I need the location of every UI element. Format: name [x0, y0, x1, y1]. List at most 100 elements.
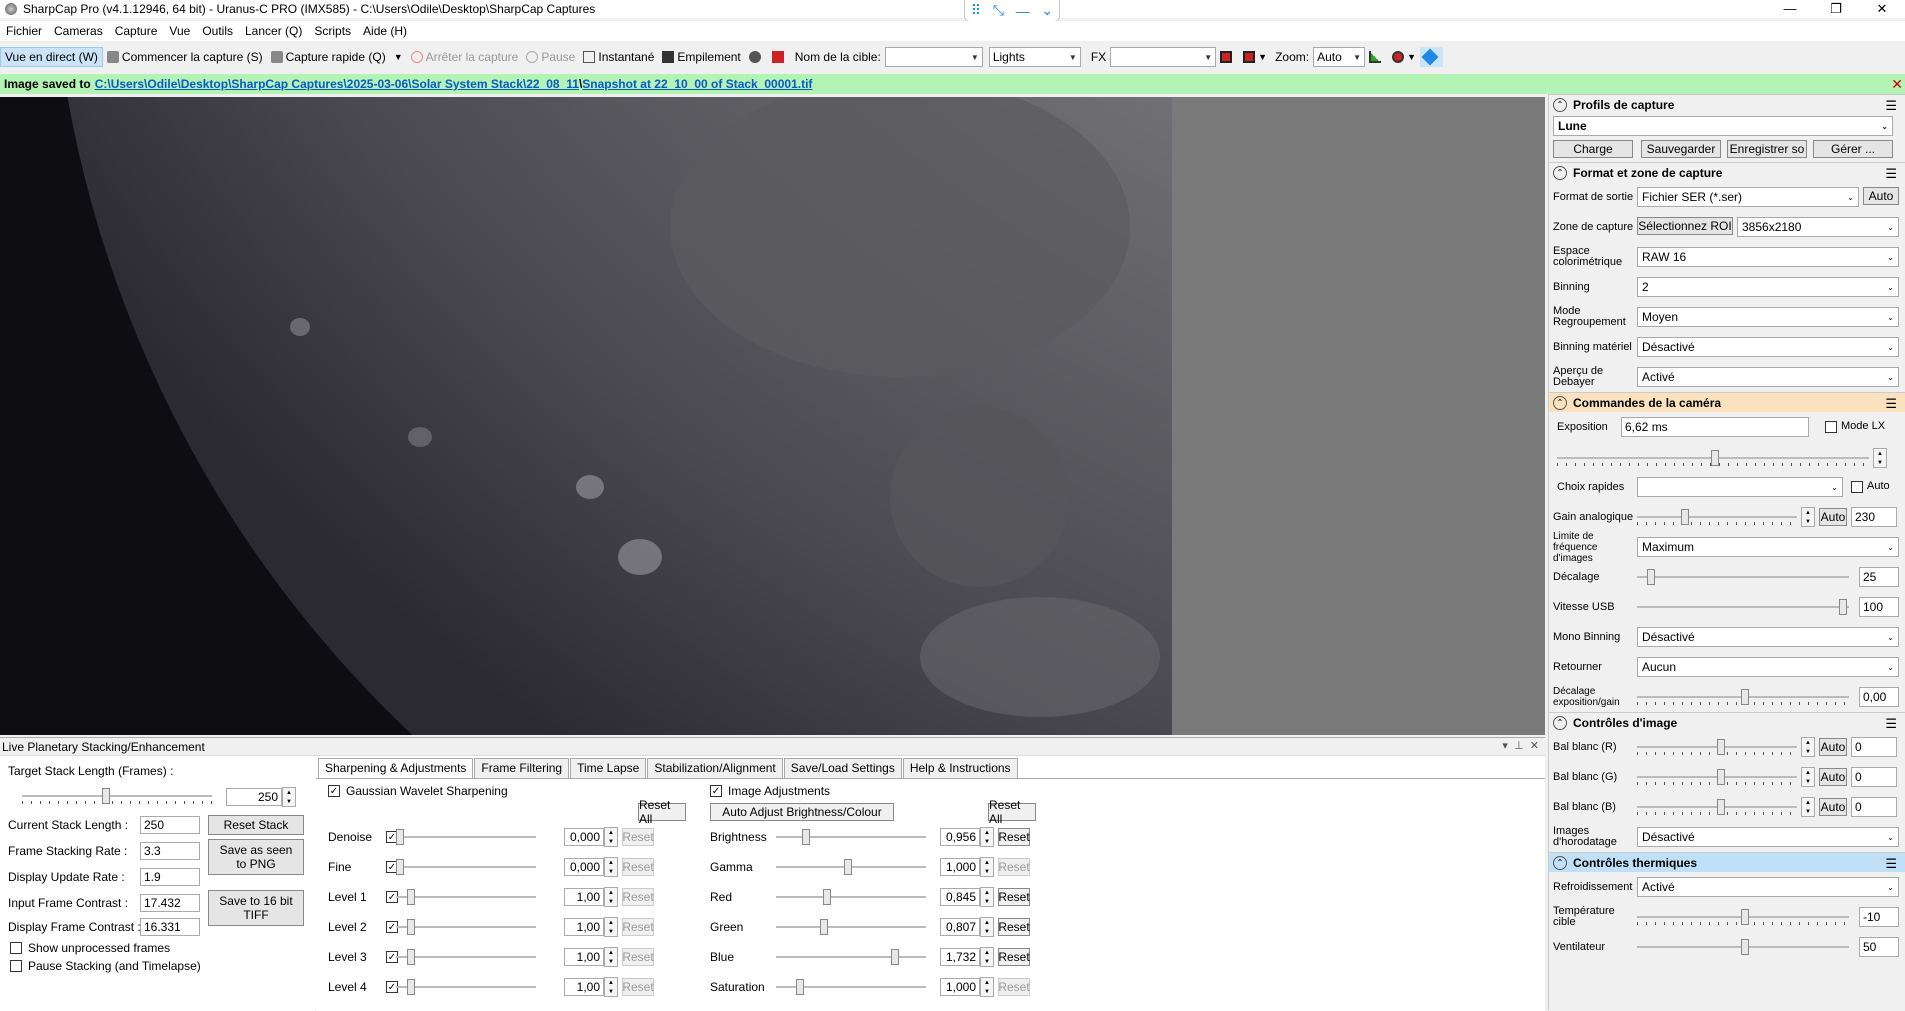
adjust-red-spin[interactable]: ▲ ▼ — [980, 887, 994, 907]
wb-red-slider[interactable] — [1637, 739, 1797, 755]
gain-spin[interactable]: ▲ ▼ — [1801, 507, 1815, 527]
sharpen-denoise-reset-button[interactable]: Reset — [622, 828, 654, 846]
wb-red-auto-button[interactable]: Auto — [1819, 738, 1847, 756]
sharpen-level-2-spin[interactable]: ▲ ▼ — [604, 917, 618, 937]
collapse-icon[interactable]: ⌃ — [1553, 395, 1567, 410]
sharpen-fine-slider[interactable] — [396, 859, 536, 875]
target-length-slider[interactable] — [22, 788, 212, 804]
show-unprocessed-checkbox[interactable] — [10, 942, 22, 954]
wavelet-checkbox[interactable]: ✓ — [328, 785, 340, 797]
fan-input[interactable]: 50 — [1859, 937, 1899, 957]
minus-icon[interactable]: — — [1016, 3, 1030, 19]
menu-cameras[interactable]: Cameras — [48, 24, 109, 38]
menu-view[interactable]: Vue — [163, 24, 196, 38]
format-header[interactable]: ⌃ Format et zone de capture ☰ — [1549, 162, 1905, 182]
gain-auto-button[interactable]: Auto — [1819, 508, 1847, 526]
adjust-green-reset-button[interactable]: Reset — [998, 918, 1030, 936]
hamburger-icon[interactable]: ☰ — [1885, 716, 1897, 732]
live-view-button[interactable]: Vue en direct (W) — [0, 47, 103, 67]
shrink-icon[interactable]: ⤡ — [993, 2, 1004, 19]
exp-gain-input[interactable]: 0,00 — [1859, 687, 1899, 707]
adjust-saturation-slider[interactable] — [776, 979, 926, 995]
select-roi-button[interactable]: Sélectionnez ROI — [1637, 217, 1733, 235]
histogram-button[interactable] — [745, 47, 768, 67]
cooling-combo[interactable]: Activé ⌄ — [1637, 877, 1899, 897]
adjust-blue-spin[interactable]: ▲ ▼ — [980, 947, 994, 967]
close-panel-icon[interactable]: ✕ — [1530, 740, 1539, 752]
wb-green-input[interactable]: 0 — [1851, 767, 1897, 787]
sharpen-level-4-slider[interactable] — [396, 979, 536, 995]
debayer-combo[interactable]: Activé ⌄ — [1637, 367, 1899, 387]
adjust-brightness-slider[interactable] — [776, 829, 926, 845]
adjust-gamma-value[interactable]: 1,000 — [940, 858, 980, 876]
target-length-spin[interactable]: ▲ ▼ — [282, 787, 296, 807]
zoom-combo[interactable]: Auto ▼ — [1313, 47, 1366, 67]
wb-blue-input[interactable]: 0 — [1851, 797, 1897, 817]
tab-frame-filtering[interactable]: Frame Filtering — [474, 758, 570, 778]
sharpen-level-1-slider[interactable] — [396, 889, 536, 905]
sharpen-fine-spin[interactable]: ▲ ▼ — [604, 857, 618, 877]
start-capture-button[interactable]: Commencer la capture (S) — [103, 47, 267, 67]
adjust-gamma-spin[interactable]: ▲ ▼ — [980, 857, 994, 877]
adjust-green-value[interactable]: 0,807 — [940, 918, 980, 936]
sharpen-level-3-spin[interactable]: ▲ ▼ — [604, 947, 618, 967]
sharpen-level-4-spin[interactable]: ▲ ▼ — [604, 977, 618, 997]
zoom-tool-button[interactable]: ▼ — [1388, 47, 1420, 67]
histogram-icon-button[interactable] — [1365, 47, 1388, 67]
target-length-input[interactable]: 250 — [226, 788, 282, 806]
wb-red-input[interactable]: 0 — [1851, 737, 1897, 757]
dropdown-icon[interactable]: ▾ — [1502, 740, 1508, 752]
image-viewer[interactable] — [0, 97, 1545, 735]
collapse-icon[interactable]: ⌃ — [1553, 715, 1567, 730]
adjust-blue-value[interactable]: 1,732 — [940, 948, 980, 966]
sharpen-denoise-spin[interactable]: ▲ ▼ — [604, 827, 618, 847]
sharpen-denoise-slider[interactable] — [396, 829, 536, 845]
fps-limit-combo[interactable]: Maximum ⌄ — [1637, 537, 1899, 557]
collapse-icon[interactable]: ⌃ — [1553, 855, 1567, 870]
menu-file[interactable]: Fichier — [0, 24, 48, 38]
adjust-red-value[interactable]: 0,845 — [940, 888, 980, 906]
mono-binning-combo[interactable]: Désactivé ⌄ — [1637, 627, 1899, 647]
save-tiff-button[interactable]: Save to 16 bit TIFF — [208, 890, 304, 926]
reset-stack-button[interactable]: Reset Stack — [208, 815, 304, 835]
timestamp-combo[interactable]: Désactivé ⌄ — [1637, 827, 1899, 847]
quick-capture-button[interactable]: Capture rapide (Q) ▼ — [267, 47, 407, 67]
sharpen-fine-reset-button[interactable]: Reset — [622, 858, 654, 876]
pin-icon[interactable]: ⊥ — [1514, 740, 1524, 752]
close-icon[interactable]: ✕ — [1891, 76, 1903, 93]
quick-choice-combo[interactable]: ⌄ — [1637, 477, 1843, 497]
bin-mode-combo[interactable]: Moyen ⌄ — [1637, 307, 1899, 327]
sharpen-level-1-reset-button[interactable]: Reset — [622, 888, 654, 906]
save-as-profile-button[interactable]: Enregistrer so — [1727, 140, 1807, 158]
save-png-button[interactable]: Save as seen to PNG — [208, 839, 304, 875]
gain-input[interactable]: 230 — [1851, 507, 1897, 527]
sharpen-level-1-value[interactable]: 1,00 — [564, 888, 604, 906]
profile-combo[interactable]: Lune ⌄ — [1553, 116, 1893, 136]
sharpen-denoise-value[interactable]: 0,000 — [564, 828, 604, 846]
thermal-controls-header[interactable]: ⌃ Contrôles thermiques ☰ — [1549, 852, 1905, 872]
hamburger-icon[interactable]: ☰ — [1885, 856, 1897, 872]
gain-slider[interactable] — [1637, 509, 1797, 525]
saved-file-link[interactable]: Snapshot at 22_10_00 of Stack_00001.tif — [582, 77, 812, 91]
save-profile-button[interactable]: Sauvegarder — [1641, 140, 1721, 158]
wb-blue-spin[interactable]: ▲ ▼ — [1801, 797, 1815, 817]
camera-controls-header[interactable]: ⌃ Commandes de la caméra ☰ — [1549, 392, 1905, 412]
capture-profiles-header[interactable]: ⌃ Profils de capture ☰ — [1549, 94, 1905, 114]
sharpen-level-1-spin[interactable]: ▲ ▼ — [604, 887, 618, 907]
wb-green-spin[interactable]: ▲ ▼ — [1801, 767, 1815, 787]
target-temp-input[interactable]: -10 — [1859, 907, 1899, 927]
menu-tools[interactable]: Outils — [196, 24, 239, 38]
sharpen-level-2-reset-button[interactable]: Reset — [622, 918, 654, 936]
target-temp-slider[interactable] — [1637, 909, 1849, 925]
output-format-combo[interactable]: Fichier SER (*.ser) ⌄ — [1637, 187, 1859, 207]
sharpen-level-4-reset-button[interactable]: Reset — [622, 978, 654, 996]
menu-run[interactable]: Lancer (Q) — [239, 24, 308, 38]
adjust-saturation-reset-button[interactable]: Reset — [998, 978, 1030, 996]
wb-green-slider[interactable] — [1637, 769, 1797, 785]
exposure-spin[interactable]: ▲ ▼ — [1873, 448, 1887, 468]
fx-combo[interactable]: ▼ — [1110, 47, 1217, 67]
hamburger-icon[interactable]: ☰ — [1885, 166, 1897, 182]
close-button[interactable]: ✕ — [1859, 0, 1905, 18]
adjust-brightness-value[interactable]: 0,956 — [940, 828, 980, 846]
sharpen-level-2-slider[interactable] — [396, 919, 536, 935]
